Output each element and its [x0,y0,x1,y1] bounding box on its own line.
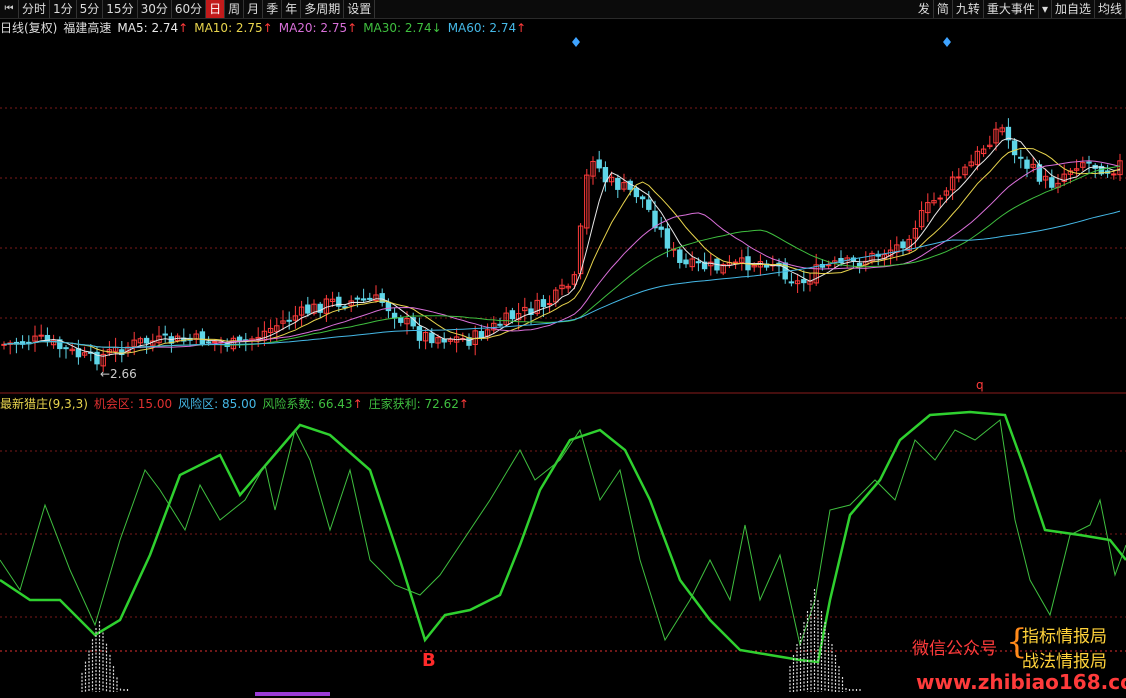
candle-body-103 [639,196,646,200]
d-line [0,410,1126,664]
watermark-url: www.zhibiao168.com [916,670,1126,694]
signal-q-label: q [976,378,984,392]
candle-body-26 [162,333,168,336]
candle-body-104 [646,199,652,210]
candle-body-112 [695,261,702,264]
candle-body-80 [497,323,503,326]
candle-body-58 [360,298,367,301]
candle-body-129 [801,279,807,284]
candle-body-6 [38,334,44,337]
candle-body-23 [143,337,150,344]
candle-body-102 [633,187,640,198]
candle-body-57 [354,297,361,300]
watermark-name-2: 战法情报局 [1022,652,1107,672]
candle-body-179 [1111,173,1117,176]
candle-body-107 [664,228,671,249]
candle-body-67 [416,326,423,341]
candle-body-88 [546,302,553,305]
watermark-wechat: 微信公众号 [912,639,997,659]
candle-body-163 [1011,140,1018,156]
low-price-label: ←2.66 [100,367,137,381]
candle-body-127 [788,281,795,284]
candle-body-33 [205,341,212,344]
candle-body-175 [1086,161,1092,164]
ma5-line [3,137,1121,357]
candle-body-118 [732,261,739,264]
event-diamond-2 [943,37,951,47]
candle-body-151 [937,197,943,200]
candle-body-110 [683,259,689,265]
event-diamond-1 [572,37,580,47]
watermark-name-1: 指标情报局 [1022,627,1107,647]
candle-body-10 [63,347,69,350]
candle-body-82 [509,310,516,320]
candle-body-34 [212,341,218,344]
signal-b-label: B [422,650,436,671]
candle-body-46 [286,319,292,322]
candle-body-64 [398,317,404,323]
purple-bar [255,692,330,696]
candle-body-87 [540,299,547,307]
candle-body-75 [466,337,472,346]
candle-body-169 [1049,177,1055,188]
candle-body-96 [596,159,602,169]
candle-body-32 [199,331,206,345]
candle-body-109 [677,249,683,263]
candle-body-62 [385,301,392,312]
candle-body-99 [615,177,621,190]
candle-body-69 [429,332,435,344]
candle-body-154 [956,176,962,179]
candle-body-164 [1018,156,1024,159]
candle-body-145 [900,241,906,249]
candle-body-59 [367,297,373,300]
candle-body-165 [1024,159,1030,169]
candle-body-38 [236,336,243,342]
candle-body-49 [305,304,311,314]
candle-body-106 [658,226,664,230]
kline-chart[interactable]: ←2.66 q B [0,0,1126,698]
